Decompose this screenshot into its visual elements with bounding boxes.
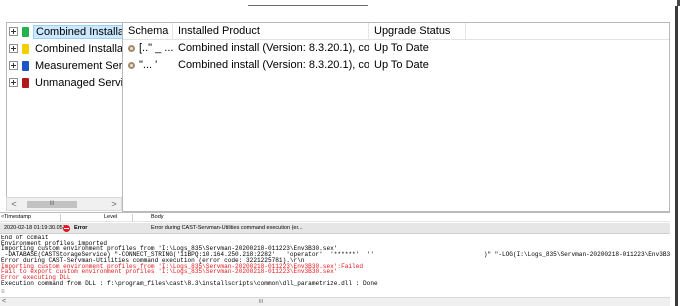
schema-grid: Schema ... Installed Product Upgrade Sta… [122,22,670,212]
tree-horizontal-scrollbar[interactable]: < III > [6,197,122,211]
menu-icon[interactable]: ≡ [1,289,5,295]
grid-header: Schema ... Installed Product Upgrade Sta… [123,23,669,40]
column-header-installed-product[interactable]: Installed Product [173,23,369,40]
blue-status-icon [22,60,29,71]
column-divider[interactable] [60,214,61,222]
tree-item-combined-installation-2[interactable]: Combined Installati [7,40,122,57]
database-icon [128,61,136,70]
column-divider[interactable] [132,214,133,222]
tree-item-combined-installation-1[interactable]: Combined Installat [7,23,122,40]
tab-underline [248,5,368,6]
red-status-icon [22,77,29,88]
tree-item-label: Measurement Servi [35,59,122,72]
top-strip [0,0,680,6]
column-header-level[interactable]: Level [104,213,117,222]
window-edge-bar [675,6,678,306]
scroll-right-icon[interactable]: > [108,199,120,210]
expand-icon[interactable] [9,27,18,36]
log-entry-row[interactable]: 2020-02-18 01:19:30.051 Error Error duri… [0,223,670,234]
upgrade-status-cell: Up To Date [374,42,429,54]
column-header-schema[interactable]: Schema ... [123,23,173,40]
table-row[interactable]: [.." _ ... Combined install (Version: 8.… [123,40,669,57]
log-table-header: « Timestamp Level Body [0,212,670,222]
console-output[interactable]: End of ccmait Environment profiles impor… [0,235,670,297]
scroll-thumb[interactable]: III [27,201,77,208]
upgrade-status-cell: Up To Date [374,59,429,71]
expand-icon[interactable] [9,61,18,70]
schema-name: "... ' [139,59,158,71]
table-row[interactable]: "... ' Combined install (Version: 8.3.20… [123,57,669,74]
column-header-upgrade-status[interactable]: Upgrade Status [369,23,466,40]
log-timestamp: 2020-02-18 01:19:30.051 [4,225,66,231]
tree-item-measurement-service[interactable]: Measurement Servi [7,57,122,74]
expand-icon[interactable] [9,44,18,53]
tree-item-label: Combined Installati [35,42,122,55]
console-line: Execution command from DLL : f:\program_… [1,279,378,287]
schema-name: [.." _ ... [139,42,173,54]
error-icon [63,225,70,232]
expand-icon[interactable] [9,78,18,87]
column-header-timestamp[interactable]: Timestamp [4,213,31,222]
scroll-left-icon[interactable]: < [2,298,6,306]
schema-cell: [.." _ ... [123,40,173,57]
log-body: Error during CAST-Servman-Utilities comm… [151,225,303,231]
scroll-left-icon[interactable]: < [8,199,20,210]
console-horizontal-scrollbar[interactable]: < III [0,297,670,306]
installed-product-cell: Combined install (Version: 8.3.20.1), co… [178,59,369,71]
yellow-status-icon [22,43,29,54]
tree-item-label: Combined Installat [33,24,122,39]
tree-item-label: Unmanaged Servic [35,76,122,89]
schema-cell: "... ' [123,57,173,74]
tree-item-unmanaged-services[interactable]: Unmanaged Servic [7,74,122,91]
green-status-icon [22,26,29,37]
installed-product-cell: Combined install (Version: 8.3.20.1), co… [178,42,369,54]
product-tree[interactable]: Combined Installat Combined Installati M… [6,22,122,211]
right-border [670,6,680,306]
database-icon [128,44,136,53]
column-header-body[interactable]: Body [151,213,164,222]
log-level: Error [74,225,88,231]
scroll-thumb[interactable]: III [238,299,284,305]
